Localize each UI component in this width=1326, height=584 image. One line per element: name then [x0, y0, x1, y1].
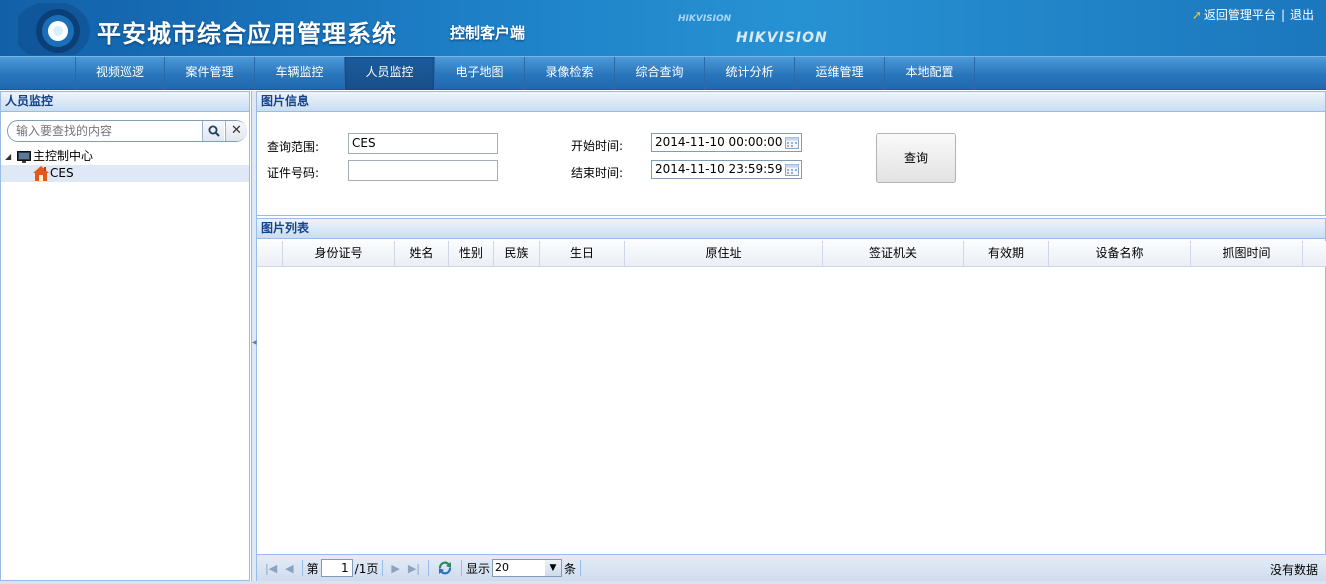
- pager-separator: [382, 560, 384, 576]
- unit-label: 条: [564, 561, 577, 576]
- page-number-input[interactable]: 1: [320, 559, 353, 577]
- end-time-field[interactable]: 2014-11-10 23:59:59: [651, 160, 802, 179]
- image-list-panel: 图片列表 身份证号 姓名 性别 民族 生日 原住址 签证机关 有效期 设备名称 …: [257, 218, 1326, 581]
- grid-header: 身份证号 姓名 性别 民族 生日 原住址 签证机关 有效期 设备名称 抓图时间: [257, 241, 1326, 267]
- refresh-icon[interactable]: [437, 560, 453, 576]
- page-total: /1页: [354, 561, 379, 576]
- logout-link[interactable]: 退出: [1290, 6, 1314, 23]
- nav-item-video-patrol[interactable]: 视频巡逻: [75, 57, 165, 90]
- search-icon: [208, 125, 220, 137]
- nav-item-vehicle-monitor[interactable]: 车辆监控: [255, 57, 345, 90]
- link-separator: |: [1280, 7, 1285, 22]
- header-links: ➚ 返回管理平台 | 退出: [1192, 6, 1314, 23]
- column-header-validity[interactable]: 有效期: [964, 241, 1049, 267]
- calendar-icon[interactable]: [785, 163, 799, 176]
- column-header-birthday[interactable]: 生日: [540, 241, 625, 267]
- pager-separator: [301, 560, 303, 576]
- left-panel-title: 人员监控: [1, 92, 249, 112]
- nav-list: 视频巡逻 案件管理 车辆监控 人员监控 电子地图 录像检索 综合查询 统计分析 …: [75, 57, 975, 90]
- system-title: 平安城市综合应用管理系统: [97, 20, 397, 48]
- last-page-icon[interactable]: ▶|: [408, 562, 420, 575]
- query-button[interactable]: 查询: [876, 133, 956, 183]
- pager-separator: [580, 560, 582, 576]
- column-header-name[interactable]: 姓名: [395, 241, 449, 267]
- tree-node-label: 主控制中心: [33, 149, 94, 163]
- nav-item-combined-query[interactable]: 综合查询: [615, 57, 705, 90]
- nav-item-e-map[interactable]: 电子地图: [435, 57, 525, 90]
- calendar-icon[interactable]: [785, 136, 799, 149]
- nav-item-case-management[interactable]: 案件管理: [165, 57, 255, 90]
- info-panel-title: 图片信息: [257, 92, 1325, 112]
- tree-node-ces[interactable]: CES: [1, 165, 249, 182]
- monitor-icon: [17, 150, 31, 163]
- end-time-value: 2014-11-10 23:59:59: [655, 162, 783, 176]
- start-time-value: 2014-11-10 00:00:00: [655, 135, 783, 149]
- pager-separator: [427, 560, 429, 576]
- column-header-gender[interactable]: 性别: [449, 241, 494, 267]
- id-number-label: 证件号码:: [267, 166, 320, 180]
- prev-page-icon[interactable]: ◀: [285, 562, 293, 575]
- close-icon: ✕: [231, 123, 242, 138]
- person-monitor-panel: 人员监控 ✕ ◢ 主控制中心 CES: [0, 91, 250, 581]
- list-panel-title: 图片列表: [257, 219, 1325, 239]
- eye-logo-icon: [18, 3, 90, 55]
- image-info-panel: 图片信息 查询范围: CES 证件号码: 开始时间: 2014-11-10 00…: [257, 91, 1326, 216]
- home-icon: [33, 166, 49, 181]
- return-platform-link[interactable]: 返回管理平台: [1204, 6, 1276, 23]
- column-header-issuing-authority[interactable]: 签证机关: [823, 241, 964, 267]
- system-subtitle: 控制客户端: [450, 24, 526, 42]
- expand-toggle-icon[interactable]: ◢: [5, 148, 15, 165]
- app-window: 平安城市综合应用管理系统 控制客户端 HIKVISION HIKVISION ➚…: [0, 0, 1326, 584]
- search-button[interactable]: [202, 121, 224, 141]
- column-header-capture-time[interactable]: 抓图时间: [1191, 241, 1303, 267]
- page-size-value: 20: [495, 561, 509, 574]
- page-size-select[interactable]: 20 ▼: [492, 559, 562, 577]
- scope-field[interactable]: CES: [348, 133, 498, 154]
- resource-tree: ◢ 主控制中心 CES: [1, 148, 249, 182]
- next-page-icon[interactable]: ▶: [391, 562, 399, 575]
- return-arrow-icon: ➚: [1191, 7, 1202, 22]
- collapse-arrow-icon[interactable]: ◀: [252, 339, 257, 346]
- start-time-field[interactable]: 2014-11-10 00:00:00: [651, 133, 802, 152]
- tree-node-root[interactable]: ◢ 主控制中心: [1, 148, 249, 165]
- end-time-label: 结束时间:: [571, 166, 624, 180]
- header-banner: 平安城市综合应用管理系统 控制客户端 HIKVISION HIKVISION ➚…: [0, 0, 1326, 56]
- nav-item-recording-search[interactable]: 录像检索: [525, 57, 615, 90]
- column-header-ethnicity[interactable]: 民族: [494, 241, 540, 267]
- pagination-bar: |◀ ◀ 第 1 /1页 ▶ ▶| 显示 20 ▼ 条 没有数据: [257, 554, 1326, 581]
- grid-header-spacer: [257, 241, 283, 267]
- page-prefix: 第: [306, 561, 319, 576]
- pager-separator: [460, 560, 462, 576]
- pager-status: 没有数据: [1269, 563, 1318, 577]
- column-header-device-name[interactable]: 设备名称: [1049, 241, 1191, 267]
- chevron-down-icon[interactable]: ▼: [545, 560, 561, 576]
- nav-item-statistics[interactable]: 统计分析: [705, 57, 795, 90]
- clear-button[interactable]: ✕: [225, 121, 247, 141]
- search-box: ✕: [7, 120, 247, 142]
- column-header-address[interactable]: 原住址: [625, 241, 823, 267]
- start-time-label: 开始时间:: [571, 139, 624, 153]
- brand-logo: HIKVISION: [736, 30, 828, 46]
- nav-item-local-config[interactable]: 本地配置: [885, 57, 975, 90]
- tree-node-label: CES: [50, 166, 74, 180]
- show-label: 显示: [465, 561, 490, 576]
- search-input[interactable]: [16, 123, 196, 139]
- first-page-icon[interactable]: |◀: [265, 562, 277, 575]
- column-header-id-number[interactable]: 身份证号: [283, 241, 395, 267]
- nav-item-maintenance[interactable]: 运维管理: [795, 57, 885, 90]
- scope-label: 查询范围:: [267, 140, 320, 154]
- main-nav: 视频巡逻 案件管理 车辆监控 人员监控 电子地图 录像检索 综合查询 统计分析 …: [0, 56, 1326, 90]
- brand-watermark: HIKVISION: [678, 14, 732, 24]
- id-number-field[interactable]: [348, 160, 498, 181]
- nav-item-person-monitor[interactable]: 人员监控: [345, 57, 435, 90]
